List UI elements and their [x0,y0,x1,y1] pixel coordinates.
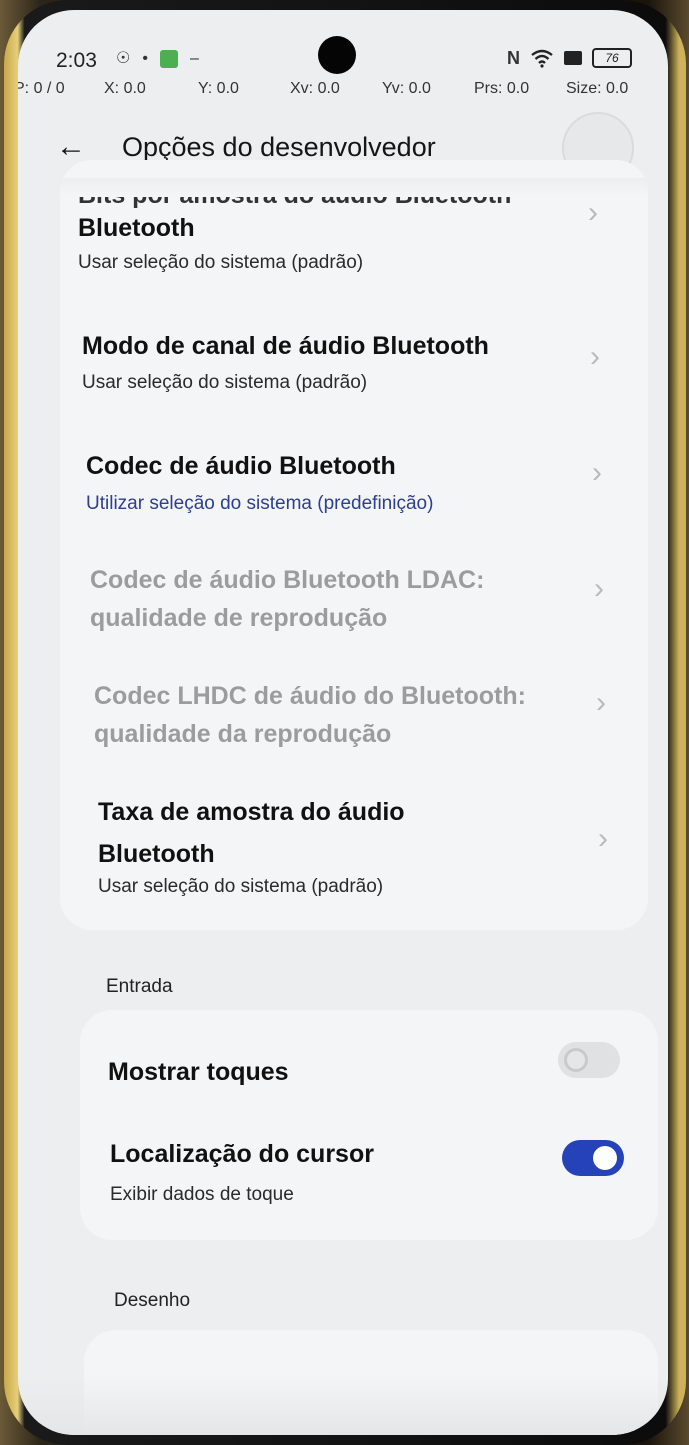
section-label-drawing: Desenho [114,1290,191,1311]
chevron-right-icon: › [596,686,606,719]
list-item-sample-rate[interactable]: Taxa de amostra do áudio Bluetooth Usar … [60,780,648,920]
chevron-right-icon: › [588,196,598,229]
item-title-line2: Bluetooth [98,840,215,868]
audio-settings-card: Bits por amostra do áudio Bluetooth Blue… [60,160,648,930]
item-title: Bluetooth [78,214,195,242]
wifi-icon [531,49,553,68]
notification-dot-icon: • [142,50,148,67]
pointer-location-toggle[interactable] [562,1140,624,1176]
item-title: Codec de áudio Bluetooth [86,452,396,480]
item-subtitle: Utilizar seleção do sistema (predefiniçã… [86,493,434,514]
header-fade [18,178,668,196]
item-subtitle: Exibir dados de toque [110,1184,294,1205]
chevron-right-icon: › [598,822,608,855]
pointer-count: P: 0 / 0 [18,80,65,97]
list-item-lhdc-quality: Codec LHDC de áudio do Bluetooth: qualid… [60,658,648,768]
pointer-location-overlay: P: 0 / 0 X: 0.0 Y: 0.0 Xv: 0.0 Yv: 0.0 P… [18,80,664,104]
section-label-input: Entrada [106,976,173,997]
pointer-yv: Yv: 0.0 [382,80,431,97]
front-camera [318,36,356,74]
chevron-right-icon: › [592,456,602,489]
battery-icon: 76 [592,48,632,68]
pointer-y: Y: 0.0 [198,80,239,97]
nfc-icon: N [507,48,520,68]
pointer-x: X: 0.0 [104,80,146,97]
list-item-pointer-location[interactable]: Localização do cursor Exibir dados de to… [80,1120,658,1240]
pointer-xv: Xv: 0.0 [290,80,340,97]
item-subtitle: Usar seleção do sistema (padrão) [82,372,368,393]
toggle-knob [593,1146,617,1170]
status-time: 2:03 [56,49,97,72]
list-item-show-touches[interactable]: Mostrar toques [80,1010,658,1120]
status-icons-left: ☉ • – [116,50,199,68]
item-title-line2: qualidade de reprodução [90,604,388,632]
item-subtitle: Usar seleção do sistema (padrão) [98,876,384,897]
toggle-knob [564,1048,588,1072]
show-touches-toggle[interactable] [558,1042,620,1078]
pointer-pressure: Prs: 0.0 [474,80,530,97]
sim-icon [564,51,582,65]
navigation-hint-area [18,1375,668,1435]
item-title: Codec LHDC de áudio do Bluetooth: [94,682,526,710]
page-title: Opções do desenvolvedor [122,132,436,162]
item-subtitle: Usar seleção do sistema (padrão) [78,252,364,273]
list-item-ldac-quality: Codec de áudio Bluetooth LDAC: qualidade… [60,542,648,652]
list-item-codec[interactable]: Codec de áudio Bluetooth Utilizar seleçã… [60,420,648,530]
item-title: Localização do cursor [110,1140,374,1168]
chevron-right-icon: › [594,572,604,605]
item-title: Modo de canal de áudio Bluetooth [82,332,489,360]
input-settings-card: Mostrar toques Localização do cursor Exi… [80,1010,658,1240]
more-dots-icon: – [189,50,199,67]
item-title: Taxa de amostra do áudio [98,798,405,826]
app-notification-icon [159,50,178,68]
status-icons-right: N 76 [507,48,632,68]
phone-screen: 2:03 ☉ • – N 76 P: 0 / 0 X: 0.0 Y: 0.0 X… [18,10,668,1435]
list-item-channel-mode[interactable]: Modo de canal de áudio Bluetooth Usar se… [60,300,648,410]
item-title-line2: qualidade da reprodução [94,720,392,748]
pointer-size: Size: 0.0 [566,80,629,97]
chevron-right-icon: › [590,340,600,373]
item-title: Codec de áudio Bluetooth LDAC: [90,566,485,594]
vpn-icon: ☉ [116,50,131,67]
item-title: Mostrar toques [108,1058,289,1086]
